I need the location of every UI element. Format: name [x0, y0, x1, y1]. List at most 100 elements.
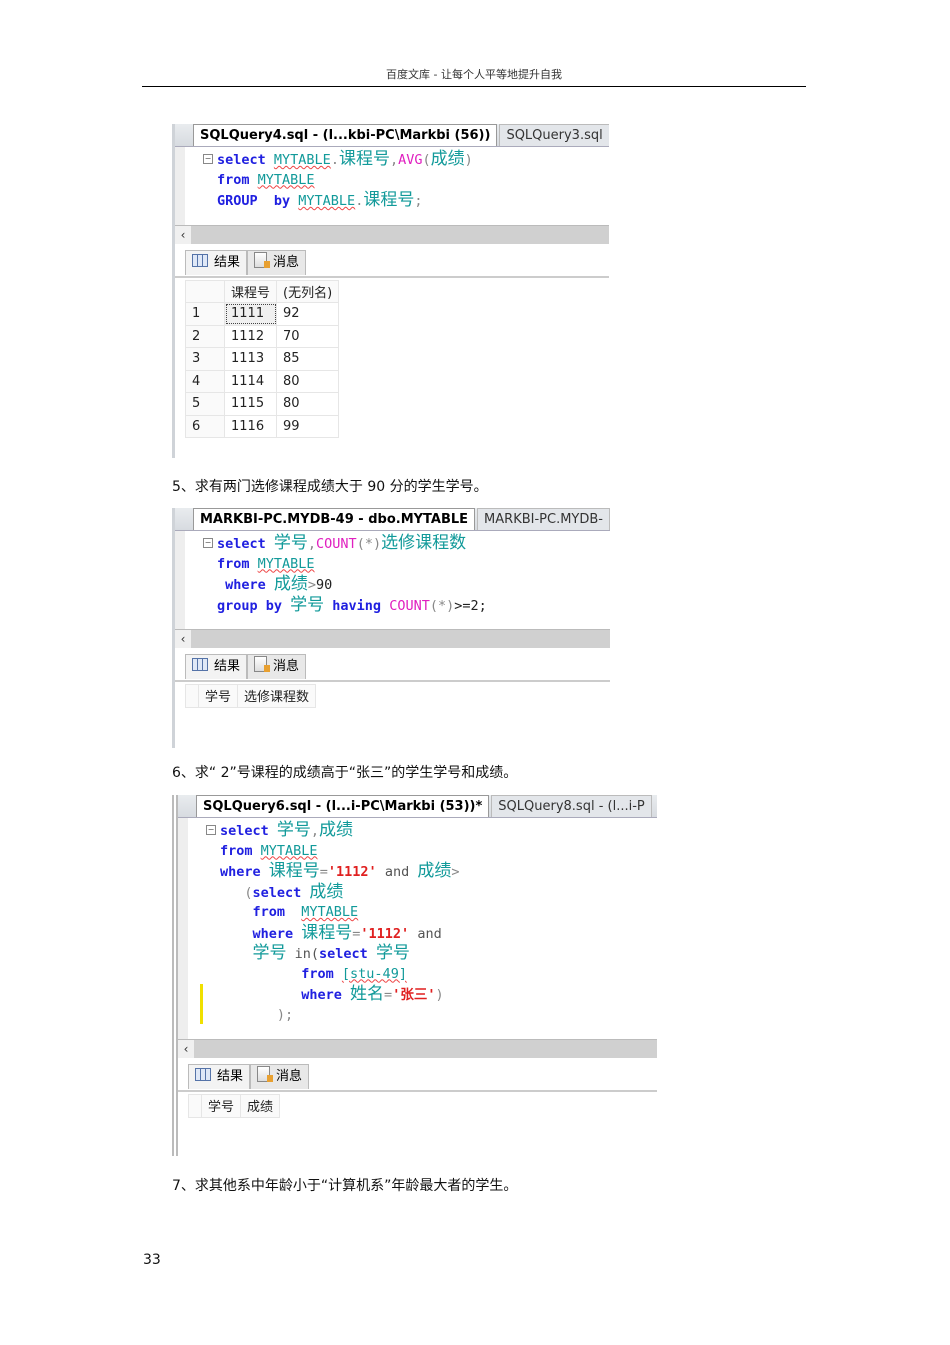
query-tab[interactable]: SQLQuery8.sql - (l...i-P: [491, 795, 652, 817]
code-token: MYTABLE: [301, 904, 359, 920]
column-header[interactable]: 课程号: [223, 279, 278, 303]
row-number[interactable]: 2: [185, 324, 225, 348]
table-cell[interactable]: 1112: [223, 324, 278, 348]
column-header[interactable]: 学号: [200, 1094, 242, 1118]
sql-screenshot-3: SQLQuery6.sql - (l...i-PC\Markbi (53))* S…: [172, 795, 657, 1156]
table-cell[interactable]: 1111: [223, 302, 278, 326]
results-tab[interactable]: 结果: [185, 654, 248, 679]
code-token: (: [220, 884, 253, 901]
editor-tabs: MARKBI-PC.MYDB-49 - dbo.MYTABLE MARKBI-PC…: [175, 508, 610, 531]
collapse-icon[interactable]: −: [206, 825, 216, 835]
header-divider: [142, 86, 806, 87]
code-token: from: [217, 555, 258, 572]
document-page: 百度文库 - 让每个人平等地提升自我 SQLQuery4.sql - (l...…: [0, 0, 950, 1345]
column-header[interactable]: (无列名): [276, 279, 340, 303]
code-token: [stu-49]: [341, 965, 407, 982]
sql-screenshot-1: SQLQuery4.sql - (l...kbi-PC\Markbi (56))…: [172, 124, 609, 458]
table-row[interactable]: 5 1115 80: [185, 392, 340, 416]
code-token: ): [464, 152, 473, 168]
code-line: where 课程号='1112' and 成绩>: [178, 861, 657, 882]
column-header[interactable]: 成绩: [240, 1094, 281, 1118]
collapse-icon[interactable]: −: [203, 154, 213, 164]
table-cell[interactable]: 80: [276, 369, 340, 393]
code-token: 学号: [276, 820, 311, 840]
table-cell[interactable]: 1114: [223, 369, 278, 393]
table-cell[interactable]: 92: [276, 302, 340, 326]
code-token: and: [409, 925, 442, 942]
code-token: where: [220, 864, 269, 880]
scroll-left-icon[interactable]: ‹: [175, 630, 191, 648]
table-cell[interactable]: 85: [276, 347, 340, 371]
messages-tab[interactable]: 消息: [247, 654, 307, 679]
code-line: where 成绩>90: [175, 574, 610, 595]
code-line: from MYTABLE: [175, 554, 610, 575]
result-tab-label: 消息: [276, 1069, 303, 1084]
collapse-icon[interactable]: −: [203, 538, 213, 548]
table-row[interactable]: 3 1113 85: [185, 347, 340, 371]
table-cell[interactable]: 99: [276, 414, 340, 438]
results-tab[interactable]: 结果: [188, 1064, 251, 1089]
table-cell[interactable]: 1113: [223, 347, 278, 371]
result-tabs: 结果 消息: [175, 249, 609, 278]
sql-editor[interactable]: − select 学号,COUNT(*)选修课程数 from MYTABLE whe…: [175, 531, 610, 629]
message-icon: [254, 656, 271, 672]
page-header: 百度文库 - 让每个人平等地提升自我: [386, 68, 562, 81]
code-token: 选修课程数: [381, 533, 467, 553]
row-number[interactable]: 4: [185, 369, 225, 393]
results-tab[interactable]: 结果: [185, 249, 248, 275]
code-line: − select 学号,COUNT(*)选修课程数: [175, 533, 610, 554]
editor-tabs: SQLQuery4.sql - (l...kbi-PC\Markbi (56))…: [175, 124, 609, 147]
code-line: − select 学号,成绩: [178, 820, 657, 841]
horizontal-scrollbar[interactable]: ‹: [178, 1039, 657, 1058]
table-row[interactable]: 2 1112 70: [185, 324, 340, 348]
grid-icon: [192, 253, 208, 267]
query-tab[interactable]: MARKBI-PC.MYDB-49 - dbo.MYTABLE: [193, 508, 476, 530]
query-tab[interactable]: SQLQuery3.sql: [499, 124, 609, 146]
row-number[interactable]: 3: [185, 347, 225, 371]
column-header[interactable]: 学号: [197, 684, 239, 708]
code-token: 成绩: [417, 861, 452, 881]
result-tab-label: 结果: [214, 659, 241, 674]
scroll-left-icon[interactable]: ‹: [178, 1040, 194, 1058]
code-token: from: [220, 965, 342, 982]
code-token: (*): [429, 597, 455, 614]
result-tab-label: 结果: [214, 254, 241, 270]
code-line: GROUP by MYTABLE.课程号;: [175, 190, 609, 211]
table-cell[interactable]: 1115: [223, 392, 278, 416]
code-token: select: [217, 152, 274, 168]
query-tab[interactable]: SQLQuery4.sql - (l...kbi-PC\Markbi (56)): [193, 124, 498, 146]
sql-editor[interactable]: − select MYTABLE.课程号,AVG(成绩) from MYTABLE G…: [175, 147, 609, 225]
table-row[interactable]: 4 1114 80: [185, 369, 340, 393]
code-token: from: [220, 842, 261, 859]
code-token: >: [307, 577, 317, 593]
row-number[interactable]: 1: [185, 302, 225, 326]
horizontal-scrollbar[interactable]: ‹: [175, 629, 610, 648]
messages-tab[interactable]: 消息: [247, 249, 307, 275]
code-token: ,: [389, 152, 399, 168]
code-token: (: [422, 152, 431, 168]
messages-tab[interactable]: 消息: [250, 1064, 310, 1089]
code-token: in(: [286, 946, 320, 962]
query-tab[interactable]: SQLQuery6.sql - (l...i-PC\Markbi (53))*: [196, 795, 490, 817]
horizontal-scrollbar[interactable]: ‹: [175, 224, 609, 244]
code-token: 姓名: [350, 984, 385, 1004]
row-number[interactable]: 6: [185, 414, 225, 438]
code-token: 成绩: [309, 881, 344, 902]
code-token: 课程号: [338, 149, 390, 169]
result-tabs: 结果 消息: [175, 654, 610, 682]
question-7: 7、求其他系中年龄小于“计算机系”年龄最大者的学生。: [172, 1178, 518, 1194]
scroll-left-icon[interactable]: ‹: [175, 225, 191, 244]
table-row[interactable]: 1 1111 92: [185, 302, 340, 326]
table-cell[interactable]: 80: [276, 392, 340, 416]
table-cell[interactable]: 1116: [223, 414, 278, 438]
column-header[interactable]: 选修课程数: [237, 684, 317, 708]
code-line: 学号 in(select 学号: [178, 943, 657, 964]
table-cell[interactable]: 70: [276, 324, 340, 348]
result-tab-label: 消息: [273, 659, 300, 674]
table-row[interactable]: 6 1116 99: [185, 414, 340, 438]
sql-editor[interactable]: − select 学号,成绩 from MYTABLE where 课程号='1112…: [178, 818, 657, 1039]
query-tab[interactable]: MARKBI-PC.MYDB-: [477, 508, 610, 530]
row-number[interactable]: 5: [185, 392, 225, 416]
code-line: where 姓名='张三'): [178, 984, 657, 1005]
